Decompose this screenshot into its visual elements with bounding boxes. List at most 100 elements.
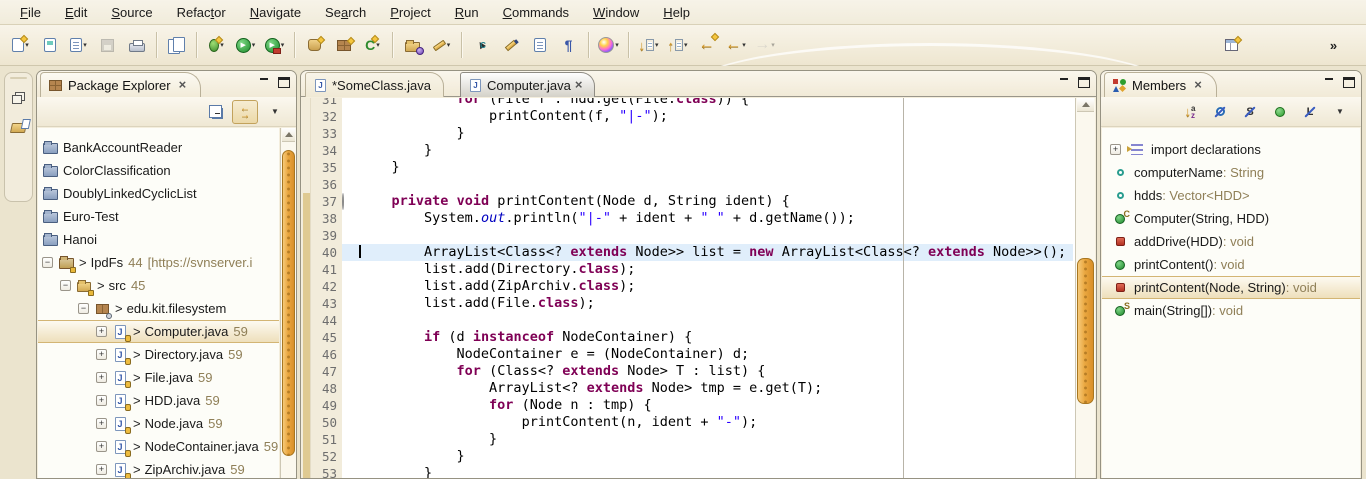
- view-menu-button[interactable]: ▼: [1327, 100, 1353, 124]
- open-type-button[interactable]: [399, 31, 426, 59]
- mark-occurrences-button[interactable]: ▲C: [468, 31, 495, 59]
- search-button[interactable]: ▾: [428, 31, 455, 59]
- menu-item-file[interactable]: File: [8, 2, 53, 23]
- menu-item-commands[interactable]: Commands: [491, 2, 581, 23]
- expander-icon[interactable]: +: [96, 464, 107, 475]
- member-printcontent-node-string[interactable]: printContent(Node, String) : void: [1102, 276, 1360, 299]
- fold-column[interactable]: [342, 261, 359, 278]
- scrollbar-thumb[interactable]: [282, 150, 295, 456]
- tree-item-src[interactable]: −>src45: [38, 274, 279, 297]
- new-editor-button[interactable]: [36, 31, 63, 59]
- fold-column[interactable]: [342, 193, 359, 210]
- package-explorer-tree[interactable]: BankAccountReaderColorClassificationDoub…: [38, 128, 279, 478]
- drag-handle[interactable]: [10, 77, 27, 79]
- print-button[interactable]: [123, 31, 150, 59]
- expander-icon[interactable]: −: [42, 257, 53, 268]
- forward-button[interactable]: →▾: [751, 31, 778, 59]
- package-explorer-scrollbar[interactable]: [280, 128, 296, 478]
- scrollbar-thumb[interactable]: [1077, 258, 1094, 404]
- fold-column[interactable]: [342, 244, 359, 261]
- tree-item-file-java[interactable]: +J>File.java59: [38, 366, 279, 389]
- run-external-tools-button[interactable]: ▶▾: [261, 31, 288, 59]
- tree-item-euro-test[interactable]: Euro-Test: [38, 205, 279, 228]
- fold-column[interactable]: [342, 431, 359, 448]
- fold-column[interactable]: [342, 329, 359, 346]
- fold-column[interactable]: [342, 98, 359, 108]
- fold-column[interactable]: [342, 278, 359, 295]
- members-tab[interactable]: Members×: [1104, 72, 1217, 97]
- tree-item-colorclassification[interactable]: ColorClassification: [38, 159, 279, 182]
- menu-item-search[interactable]: Search: [313, 2, 378, 23]
- new-wizard-button[interactable]: ▾: [7, 31, 34, 59]
- menu-item-navigate[interactable]: Navigate: [238, 2, 313, 23]
- fold-column[interactable]: [342, 363, 359, 380]
- expander-icon[interactable]: −: [60, 280, 71, 291]
- save-button[interactable]: [94, 31, 121, 59]
- sort-button[interactable]: ↓az: [1177, 100, 1203, 124]
- close-icon[interactable]: ×: [1194, 79, 1202, 91]
- minimize-button[interactable]: [259, 77, 271, 88]
- fold-column[interactable]: [342, 295, 359, 312]
- menu-item-help[interactable]: Help: [651, 2, 702, 23]
- tree-item-hanoi[interactable]: Hanoi: [38, 228, 279, 251]
- expander-icon[interactable]: +: [96, 326, 107, 337]
- show-public-button[interactable]: [1267, 100, 1293, 124]
- open-perspective-button[interactable]: [1218, 31, 1245, 59]
- show-selected-element-button[interactable]: [526, 31, 553, 59]
- hide-fields-button[interactable]: [1207, 100, 1233, 124]
- fold-column[interactable]: [342, 159, 359, 176]
- new-package-button[interactable]: [330, 31, 357, 59]
- code-editor[interactable]: 31 for (File f : hdd.get(File.class)) {3…: [302, 98, 1095, 478]
- build-all-button[interactable]: [163, 31, 190, 59]
- member-computername[interactable]: computerName : String: [1102, 161, 1360, 184]
- fold-column[interactable]: [342, 108, 359, 125]
- fold-column[interactable]: [342, 176, 359, 193]
- expander-icon[interactable]: +: [96, 418, 107, 429]
- fold-column[interactable]: [342, 346, 359, 363]
- member-main-string[interactable]: Smain(String[]) : void: [1102, 299, 1360, 322]
- fold-column[interactable]: [342, 210, 359, 227]
- tree-item-ipdfs[interactable]: −>IpdFs44[https://svnserver.i: [38, 251, 279, 274]
- minimize-button[interactable]: [1324, 77, 1336, 88]
- member-printcontent[interactable]: printContent() : void: [1102, 253, 1360, 276]
- link-with-editor-button[interactable]: ←→: [232, 100, 258, 124]
- fold-column[interactable]: [342, 125, 359, 142]
- fold-column[interactable]: [342, 448, 359, 465]
- member-computer-string-hdd[interactable]: CComputer(String, HDD): [1102, 207, 1360, 230]
- close-icon[interactable]: ×: [575, 79, 583, 91]
- menu-item-refactor[interactable]: Refactor: [165, 2, 238, 23]
- member-hdds[interactable]: hdds : Vector<HDD>: [1102, 184, 1360, 207]
- restore-views-button[interactable]: [8, 87, 30, 109]
- tree-item-edu-kit-filesystem[interactable]: −>edu.kit.filesystem: [38, 297, 279, 320]
- fold-column[interactable]: [342, 142, 359, 159]
- expander-icon[interactable]: +: [96, 395, 107, 406]
- close-icon[interactable]: ×: [179, 79, 187, 91]
- web-browser-button[interactable]: ▾: [595, 31, 622, 59]
- java-browsing-button[interactable]: [8, 117, 30, 139]
- package-explorer-tab[interactable]: Package Explorer×: [40, 72, 201, 97]
- expander-icon[interactable]: +: [1110, 144, 1121, 155]
- tree-item-directory-java[interactable]: +J>Directory.java59: [38, 343, 279, 366]
- fold-column[interactable]: [342, 312, 359, 329]
- run-button[interactable]: ▶▾: [232, 31, 259, 59]
- member-adddrive-hdd[interactable]: addDrive(HDD) : void: [1102, 230, 1360, 253]
- fold-collapse-icon[interactable]: [342, 193, 344, 210]
- members-list[interactable]: +import declarationscomputerName : Strin…: [1102, 128, 1360, 478]
- annotation-ruler[interactable]: [302, 98, 311, 478]
- collapse-all-button[interactable]: [202, 100, 228, 124]
- view-menu-button[interactable]: ▼: [262, 100, 288, 124]
- new-java-project-button[interactable]: [301, 31, 328, 59]
- previous-annotation-button[interactable]: ↑▾: [664, 31, 691, 59]
- member-import-declarations[interactable]: +import declarations: [1102, 138, 1360, 161]
- debug-button[interactable]: ▾: [203, 31, 230, 59]
- scroll-up-button[interactable]: [282, 128, 295, 142]
- back-button[interactable]: ←▾: [722, 31, 749, 59]
- menu-item-edit[interactable]: Edit: [53, 2, 99, 23]
- fold-column[interactable]: [342, 414, 359, 431]
- hide-static-button[interactable]: S: [1237, 100, 1263, 124]
- tree-item-doublylinkedcycliclist[interactable]: DoublyLinkedCyclicList: [38, 182, 279, 205]
- tree-item-node-java[interactable]: +J>Node.java59: [38, 412, 279, 435]
- maximize-button[interactable]: [1343, 77, 1355, 88]
- tab-computer-java[interactable]: JComputer.java×: [460, 72, 595, 97]
- toolbar-overflow-button[interactable]: »: [1320, 31, 1347, 59]
